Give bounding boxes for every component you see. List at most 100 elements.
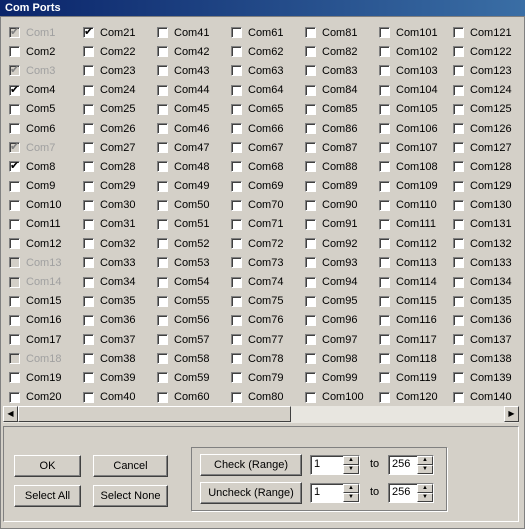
checkbox-box[interactable] <box>231 65 242 77</box>
port-checkbox-com98[interactable]: Com98 <box>301 349 376 368</box>
port-checkbox-com9[interactable]: Com9 <box>5 177 80 196</box>
port-checkbox-com25[interactable]: Com25 <box>79 100 154 119</box>
port-checkbox-com79[interactable]: Com79 <box>227 368 302 387</box>
port-checkbox-com83[interactable]: Com83 <box>301 61 376 80</box>
port-checkbox-com119[interactable]: Com119 <box>375 368 450 387</box>
checkbox-box[interactable] <box>157 180 168 192</box>
port-checkbox-com117[interactable]: Com117 <box>375 330 450 349</box>
port-checkbox-com99[interactable]: Com99 <box>301 368 376 387</box>
checkbox-box[interactable] <box>83 276 94 288</box>
port-checkbox-com69[interactable]: Com69 <box>227 177 302 196</box>
checkbox-box[interactable] <box>453 334 464 346</box>
select-none-button[interactable]: Select None <box>93 485 168 507</box>
cancel-button[interactable]: Cancel <box>93 455 168 477</box>
port-checkbox-com133[interactable]: Com133 <box>449 253 519 272</box>
checkbox-box[interactable] <box>83 25 94 39</box>
checkbox-box[interactable] <box>305 314 316 326</box>
port-checkbox-com101[interactable]: Com101 <box>375 23 450 42</box>
port-checkbox-com120[interactable]: Com120 <box>375 388 450 405</box>
port-checkbox-com139[interactable]: Com139 <box>449 368 519 387</box>
checkbox-box[interactable] <box>83 391 94 403</box>
port-checkbox-com89[interactable]: Com89 <box>301 177 376 196</box>
checkbox-box[interactable] <box>9 123 20 135</box>
port-checkbox-com27[interactable]: Com27 <box>79 138 154 157</box>
port-checkbox-com134[interactable]: Com134 <box>449 272 519 291</box>
checkbox-box[interactable] <box>231 295 242 307</box>
port-checkbox-com37[interactable]: Com37 <box>79 330 154 349</box>
port-checkbox-com103[interactable]: Com103 <box>375 61 450 80</box>
checkbox-box[interactable] <box>305 353 316 365</box>
port-checkbox-com118[interactable]: Com118 <box>375 349 450 368</box>
checkbox-box[interactable] <box>453 123 464 135</box>
checkbox-box[interactable] <box>379 276 390 288</box>
port-checkbox-com58[interactable]: Com58 <box>153 349 228 368</box>
checkbox-box[interactable] <box>9 199 20 211</box>
check-from-spinner[interactable]: ▲ ▼ <box>343 456 359 474</box>
port-checkbox-com46[interactable]: Com46 <box>153 119 228 138</box>
checkbox-box[interactable] <box>379 161 390 173</box>
port-checkbox-com10[interactable]: Com10 <box>5 196 80 215</box>
checkbox-box[interactable] <box>231 142 242 154</box>
spin-up-icon[interactable]: ▲ <box>343 484 359 493</box>
port-checkbox-com2[interactable]: Com2 <box>5 42 80 61</box>
checkbox-box[interactable] <box>231 180 242 192</box>
checkbox-box[interactable] <box>379 123 390 135</box>
checkbox-box[interactable] <box>453 391 464 403</box>
checkbox-box[interactable] <box>157 257 168 269</box>
checkbox-box[interactable] <box>83 257 94 269</box>
port-checkbox-com114[interactable]: Com114 <box>375 272 450 291</box>
checkbox-box[interactable] <box>379 27 390 39</box>
port-checkbox-com76[interactable]: Com76 <box>227 311 302 330</box>
port-checkbox-com56[interactable]: Com56 <box>153 311 228 330</box>
checkbox-box[interactable] <box>157 276 168 288</box>
checkbox-box[interactable] <box>305 103 316 115</box>
checkbox-box[interactable] <box>453 314 464 326</box>
ok-button[interactable]: OK <box>14 455 81 477</box>
port-checkbox-com62[interactable]: Com62 <box>227 42 302 61</box>
checkbox-box[interactable] <box>231 103 242 115</box>
checkbox-box[interactable] <box>83 84 94 96</box>
checkbox-box[interactable] <box>453 257 464 269</box>
port-checkbox-com84[interactable]: Com84 <box>301 81 376 100</box>
port-checkbox-com34[interactable]: Com34 <box>79 272 154 291</box>
port-checkbox-com96[interactable]: Com96 <box>301 311 376 330</box>
checkbox-box[interactable] <box>231 372 242 384</box>
port-checkbox-com91[interactable]: Com91 <box>301 215 376 234</box>
checkbox-box[interactable] <box>231 27 242 39</box>
checkbox-box[interactable] <box>379 334 390 346</box>
checkbox-box[interactable] <box>231 238 242 250</box>
checkbox-box[interactable] <box>305 276 316 288</box>
checkbox-box[interactable] <box>453 372 464 384</box>
port-checkbox-com86[interactable]: Com86 <box>301 119 376 138</box>
port-checkbox-com30[interactable]: Com30 <box>79 196 154 215</box>
port-checkbox-com125[interactable]: Com125 <box>449 100 519 119</box>
port-checkbox-com124[interactable]: Com124 <box>449 81 519 100</box>
checkbox-box[interactable] <box>453 142 464 154</box>
checkbox-box[interactable] <box>83 123 94 135</box>
checkbox-box[interactable] <box>231 314 242 326</box>
check-to-spinner[interactable]: ▲ ▼ <box>417 456 433 474</box>
port-checkbox-com54[interactable]: Com54 <box>153 272 228 291</box>
port-checkbox-com129[interactable]: Com129 <box>449 177 519 196</box>
checkbox-box[interactable] <box>157 123 168 135</box>
port-checkbox-com43[interactable]: Com43 <box>153 61 228 80</box>
checkbox-box[interactable] <box>157 295 168 307</box>
port-checkbox-com47[interactable]: Com47 <box>153 138 228 157</box>
checkbox-box[interactable] <box>83 142 94 154</box>
checkbox-box[interactable] <box>453 353 464 365</box>
port-checkbox-com55[interactable]: Com55 <box>153 292 228 311</box>
checkbox-box[interactable] <box>9 180 20 192</box>
spin-down-icon[interactable]: ▼ <box>417 465 433 474</box>
port-checkbox-com50[interactable]: Com50 <box>153 196 228 215</box>
port-checkbox-com19[interactable]: Com19 <box>5 368 80 387</box>
checkbox-box[interactable] <box>83 180 94 192</box>
checkbox-box[interactable] <box>9 314 20 326</box>
checkbox-box[interactable] <box>83 218 94 230</box>
port-checkbox-com41[interactable]: Com41 <box>153 23 228 42</box>
port-checkbox-com38[interactable]: Com38 <box>79 349 154 368</box>
port-checkbox-com106[interactable]: Com106 <box>375 119 450 138</box>
checkbox-box[interactable] <box>379 314 390 326</box>
checkbox-box[interactable] <box>305 372 316 384</box>
port-checkbox-com12[interactable]: Com12 <box>5 234 80 253</box>
port-checkbox-com17[interactable]: Com17 <box>5 330 80 349</box>
